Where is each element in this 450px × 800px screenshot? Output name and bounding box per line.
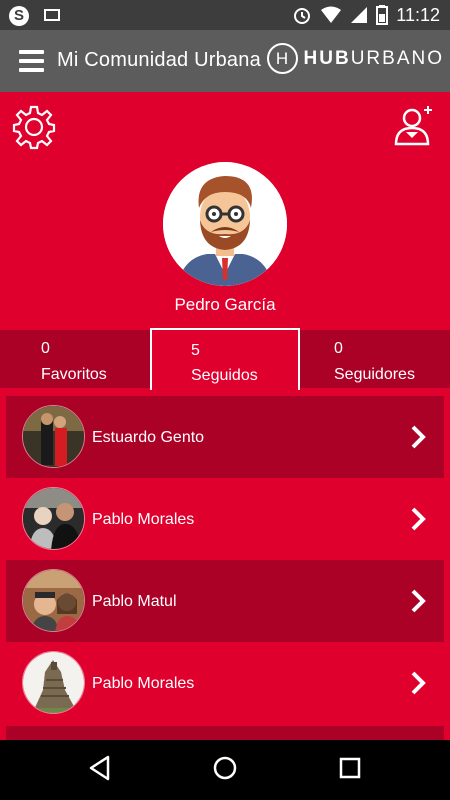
list-item[interactable]: Pablo Morales [6, 642, 444, 724]
recent-apps-icon[interactable] [339, 755, 361, 781]
list-item[interactable]: Pablo Morales [6, 478, 444, 560]
add-user-icon[interactable] [392, 104, 438, 148]
system-navigation-bar [0, 740, 450, 800]
logo-wordmark: HUBURBANO [303, 47, 444, 69]
gallery-icon [44, 9, 60, 21]
skype-icon: S [9, 6, 29, 26]
battery-icon [376, 5, 389, 25]
tab-label: Favoritos [41, 366, 107, 383]
tab-label: Seguidos [191, 367, 258, 384]
profile-name: Pedro García [174, 295, 276, 314]
home-icon[interactable] [212, 755, 238, 781]
user-avatar [22, 405, 85, 468]
chevron-right-icon [411, 671, 426, 695]
app-bar: Mi Comunidad Urbana H HUBURBANO [0, 30, 450, 92]
list-item[interactable]: Estuardo Gento [6, 396, 444, 478]
clock: 11:12 [396, 4, 440, 25]
user-name: Pablo Morales [92, 511, 195, 528]
tab-count: 0 [334, 340, 343, 357]
list-item[interactable]: Pablo Matul [6, 560, 444, 642]
hub-urbano-logo: H HUBURBANO [266, 43, 444, 74]
chevron-right-icon [411, 507, 426, 531]
wifi-icon [321, 6, 342, 23]
hamburger-menu-icon[interactable] [19, 50, 44, 72]
tab-seguidores[interactable]: 0 Seguidores [300, 330, 450, 388]
tab-favoritos[interactable]: 0 Favoritos [0, 330, 150, 388]
gear-icon[interactable] [11, 104, 57, 150]
status-bar: S 11:12 [0, 0, 450, 30]
chevron-right-icon [411, 425, 426, 449]
user-avatar [22, 569, 85, 632]
user-name: Pablo Matul [92, 593, 177, 610]
chevron-right-icon [411, 589, 426, 613]
user-avatar [22, 651, 85, 714]
user-name: Estuardo Gento [92, 429, 205, 446]
list-item-partial[interactable] [6, 726, 444, 740]
profile-avatar[interactable] [163, 162, 287, 286]
tab-count: 0 [41, 340, 50, 357]
user-name: Pablo Morales [92, 675, 195, 692]
app-title: Mi Comunidad Urbana [57, 49, 261, 71]
signal-icon [351, 7, 368, 23]
logo-circle: H [266, 43, 298, 74]
tab-label: Seguidores [334, 366, 415, 383]
tab-count: 5 [191, 342, 200, 359]
user-avatar [22, 487, 85, 550]
cartoon-man-avatar [163, 162, 287, 286]
alarm-icon [294, 8, 311, 24]
tab-seguidos[interactable]: 5 Seguidos [150, 328, 300, 390]
back-icon[interactable] [88, 755, 112, 781]
tab-bar: 0 Favoritos 0 Seguidores 5 Seguidos [0, 328, 450, 390]
